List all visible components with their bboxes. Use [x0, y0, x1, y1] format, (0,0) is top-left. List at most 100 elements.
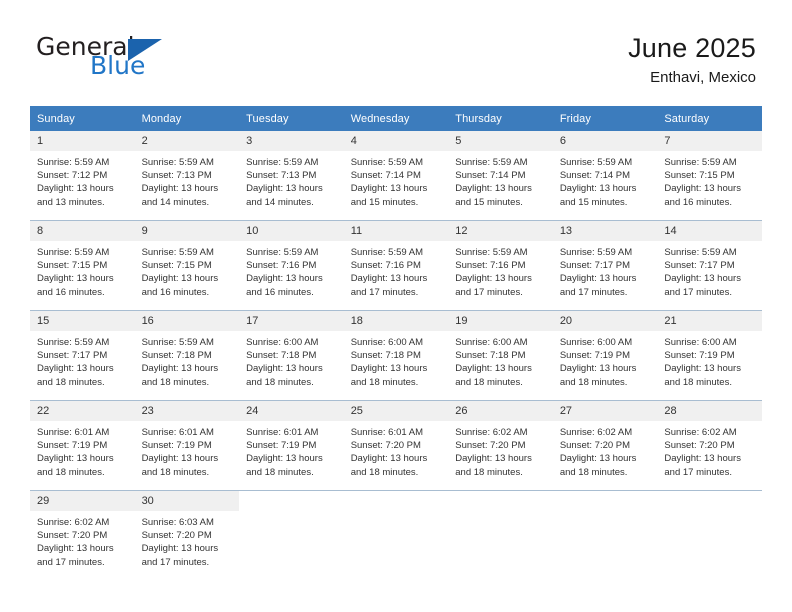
day-cell[interactable]: 2 Sunrise: 5:59 AM Sunset: 7:13 PM Dayli…	[134, 131, 240, 221]
day-number: 4	[343, 131, 449, 151]
sunset-text: Sunset: 7:13 PM	[246, 170, 317, 182]
sunrise-text: Sunrise: 6:00 AM	[559, 337, 633, 348]
day-cell-empty	[343, 490, 449, 580]
day-cell[interactable]: 30 Sunrise: 6:03 AM Sunset: 7:20 PM Dayl…	[134, 490, 240, 580]
day-cell[interactable]: 22 Sunrise: 6:01 AM Sunset: 7:19 PM Dayl…	[30, 400, 135, 491]
sunrise-text: Sunrise: 6:01 AM	[37, 427, 110, 438]
day-cell[interactable]: 21 Sunrise: 6:00 AM Sunset: 7:19 PM Dayl…	[657, 310, 762, 401]
day-cell[interactable]: 27 Sunrise: 6:02 AM Sunset: 7:20 PM Dayl…	[552, 400, 658, 491]
daylight-text-line1: Daylight: 13 hours	[37, 363, 114, 375]
page-title: June 2025	[628, 33, 756, 63]
day-cell[interactable]: 5 Sunrise: 5:59 AM Sunset: 7:14 PM Dayli…	[448, 131, 553, 221]
sunset-text: Sunset: 7:20 PM	[559, 440, 631, 452]
day-cell[interactable]: 3 Sunrise: 5:59 AM Sunset: 7:13 PM Dayli…	[239, 131, 344, 221]
daylight-text-line1: Daylight: 13 hours	[664, 453, 741, 465]
daylight-text-line2: and 18 minutes.	[350, 466, 419, 478]
daylight-text-line1: Daylight: 13 hours	[141, 363, 219, 375]
day-details: Sunrise: 6:00 AM Sunset: 7:18 PM Dayligh…	[448, 331, 553, 389]
sunrise-text: Sunrise: 5:59 AM	[37, 337, 110, 348]
daylight-text-line2: and 18 minutes.	[664, 376, 732, 388]
day-cell[interactable]: 12 Sunrise: 5:59 AM Sunset: 7:16 PM Dayl…	[448, 220, 553, 311]
daylight-text-line2: and 16 minutes.	[141, 286, 210, 298]
day-cell-empty	[239, 490, 344, 580]
day-details: Sunrise: 5:59 AM Sunset: 7:15 PM Dayligh…	[30, 241, 135, 299]
sunset-text: Sunset: 7:14 PM	[455, 170, 526, 182]
day-number: 8	[30, 221, 135, 241]
day-details: Sunrise: 6:00 AM Sunset: 7:19 PM Dayligh…	[657, 331, 762, 389]
day-cell[interactable]: 7 Sunrise: 5:59 AM Sunset: 7:15 PM Dayli…	[657, 131, 762, 221]
sunrise-text: Sunrise: 5:59 AM	[664, 247, 737, 258]
daylight-text-line2: and 17 minutes.	[455, 286, 523, 298]
day-details: Sunrise: 6:01 AM Sunset: 7:20 PM Dayligh…	[344, 421, 449, 479]
day-cell[interactable]: 18 Sunrise: 6:00 AM Sunset: 7:18 PM Dayl…	[343, 310, 449, 401]
day-number: 12	[448, 221, 553, 241]
daylight-text-line2: and 14 minutes.	[246, 196, 314, 208]
sunrise-text: Sunrise: 5:59 AM	[455, 247, 528, 258]
day-details: Sunrise: 5:59 AM Sunset: 7:14 PM Dayligh…	[553, 151, 658, 209]
sunset-text: Sunset: 7:20 PM	[141, 530, 212, 542]
day-number: 13	[552, 221, 658, 241]
sunset-text: Sunset: 7:16 PM	[455, 260, 526, 272]
sunset-text: Sunset: 7:19 PM	[37, 440, 108, 452]
brand-logo[interactable]: General Blue	[36, 34, 256, 90]
day-number	[448, 491, 553, 511]
day-cell[interactable]: 10 Sunrise: 5:59 AM Sunset: 7:16 PM Dayl…	[239, 220, 344, 311]
day-cell[interactable]: 26 Sunrise: 6:02 AM Sunset: 7:20 PM Dayl…	[448, 400, 553, 491]
daylight-text-line1: Daylight: 13 hours	[141, 183, 219, 195]
brand-name-blue: Blue	[90, 51, 146, 80]
day-details: Sunrise: 5:59 AM Sunset: 7:15 PM Dayligh…	[657, 151, 762, 209]
day-number: 28	[657, 401, 762, 421]
day-number: 18	[343, 311, 449, 331]
day-cell[interactable]: 28 Sunrise: 6:02 AM Sunset: 7:20 PM Dayl…	[657, 400, 762, 491]
day-cell[interactable]: 25 Sunrise: 6:01 AM Sunset: 7:20 PM Dayl…	[343, 400, 449, 491]
day-cell[interactable]: 11 Sunrise: 5:59 AM Sunset: 7:16 PM Dayl…	[343, 220, 449, 311]
sunrise-text: Sunrise: 5:59 AM	[559, 247, 633, 258]
daylight-text-line2: and 18 minutes.	[350, 376, 419, 388]
sunset-text: Sunset: 7:16 PM	[246, 260, 317, 272]
daylight-text-line1: Daylight: 13 hours	[246, 363, 323, 375]
day-cell-empty	[552, 490, 658, 580]
day-cell[interactable]: 6 Sunrise: 5:59 AM Sunset: 7:14 PM Dayli…	[552, 131, 658, 221]
day-number: 17	[239, 311, 344, 331]
day-cell[interactable]: 23 Sunrise: 6:01 AM Sunset: 7:19 PM Dayl…	[134, 400, 240, 491]
day-number: 23	[134, 401, 240, 421]
day-details: Sunrise: 5:59 AM Sunset: 7:16 PM Dayligh…	[448, 241, 553, 299]
calendar-body: 1 Sunrise: 5:59 AM Sunset: 7:12 PM Dayli…	[30, 131, 762, 580]
day-cell[interactable]: 9 Sunrise: 5:59 AM Sunset: 7:15 PM Dayli…	[134, 220, 240, 311]
day-details: Sunrise: 5:59 AM Sunset: 7:13 PM Dayligh…	[239, 151, 344, 209]
day-number: 25	[343, 401, 449, 421]
calendar-table: Sunday Monday Tuesday Wednesday Thursday…	[30, 106, 762, 580]
sunset-text: Sunset: 7:17 PM	[37, 350, 108, 362]
day-cell[interactable]: 4 Sunrise: 5:59 AM Sunset: 7:14 PM Dayli…	[343, 131, 449, 221]
day-cell[interactable]: 16 Sunrise: 5:59 AM Sunset: 7:18 PM Dayl…	[134, 310, 240, 401]
sunset-text: Sunset: 7:14 PM	[559, 170, 631, 182]
day-cell[interactable]: 1 Sunrise: 5:59 AM Sunset: 7:12 PM Dayli…	[30, 131, 135, 221]
day-cell[interactable]: 24 Sunrise: 6:01 AM Sunset: 7:19 PM Dayl…	[239, 400, 344, 491]
day-cell[interactable]: 13 Sunrise: 5:59 AM Sunset: 7:17 PM Dayl…	[552, 220, 658, 311]
daylight-text-line1: Daylight: 13 hours	[246, 453, 323, 465]
daylight-text-line1: Daylight: 13 hours	[455, 363, 532, 375]
week-row: 8 Sunrise: 5:59 AM Sunset: 7:15 PM Dayli…	[30, 220, 762, 311]
sunrise-text: Sunrise: 5:59 AM	[141, 337, 214, 348]
day-cell[interactable]: 15 Sunrise: 5:59 AM Sunset: 7:17 PM Dayl…	[30, 310, 135, 401]
day-cell[interactable]: 14 Sunrise: 5:59 AM Sunset: 7:17 PM Dayl…	[657, 220, 762, 311]
sunrise-text: Sunrise: 5:59 AM	[37, 157, 110, 168]
day-cell[interactable]: 8 Sunrise: 5:59 AM Sunset: 7:15 PM Dayli…	[30, 220, 135, 311]
day-details: Sunrise: 6:03 AM Sunset: 7:20 PM Dayligh…	[135, 511, 240, 569]
day-number	[239, 491, 344, 511]
day-cell[interactable]: 19 Sunrise: 6:00 AM Sunset: 7:18 PM Dayl…	[448, 310, 553, 401]
week-row: 1 Sunrise: 5:59 AM Sunset: 7:12 PM Dayli…	[30, 131, 762, 221]
weekday-header-wednesday: Wednesday	[343, 106, 449, 131]
sunset-text: Sunset: 7:20 PM	[37, 530, 108, 542]
day-number: 22	[30, 401, 135, 421]
day-details: Sunrise: 6:01 AM Sunset: 7:19 PM Dayligh…	[135, 421, 240, 479]
day-cell[interactable]: 20 Sunrise: 6:00 AM Sunset: 7:19 PM Dayl…	[552, 310, 658, 401]
sunrise-text: Sunrise: 5:59 AM	[141, 157, 214, 168]
day-cell[interactable]: 17 Sunrise: 6:00 AM Sunset: 7:18 PM Dayl…	[239, 310, 344, 401]
day-cell-empty	[657, 490, 762, 580]
daylight-text-line2: and 18 minutes.	[246, 466, 314, 478]
day-details: Sunrise: 5:59 AM Sunset: 7:17 PM Dayligh…	[657, 241, 762, 299]
weekday-header-monday: Monday	[134, 106, 240, 131]
day-cell[interactable]: 29 Sunrise: 6:02 AM Sunset: 7:20 PM Dayl…	[30, 490, 135, 580]
daylight-text-line1: Daylight: 13 hours	[455, 183, 532, 195]
